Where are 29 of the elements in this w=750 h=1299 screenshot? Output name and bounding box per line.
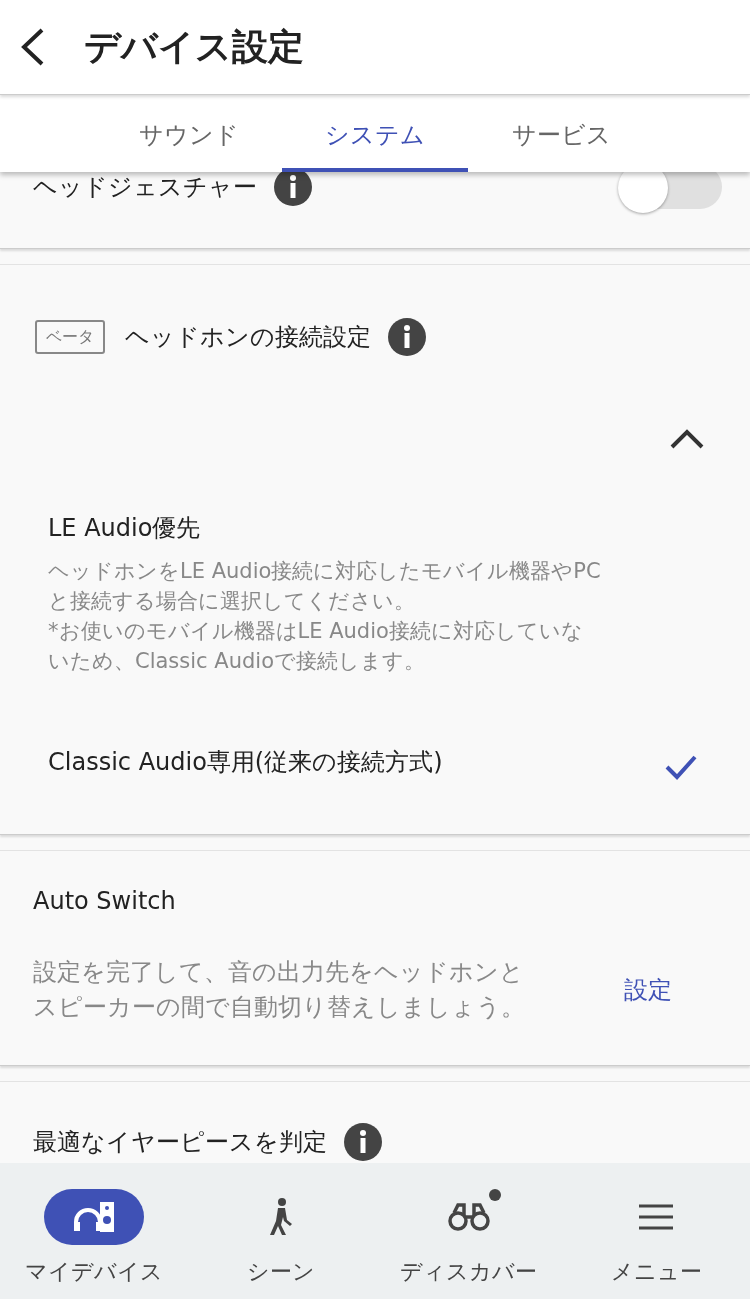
- option-title: Classic Audio専用(従来の接続方式): [48, 747, 444, 778]
- info-icon[interactable]: [343, 1122, 383, 1162]
- info-icon[interactable]: [387, 317, 427, 357]
- chevron-up-icon[interactable]: [670, 429, 704, 449]
- section-description: 設定を完了して、音の出力先をヘッドホンとスピーカーの間で自動切り替えしましょう。: [33, 957, 526, 1023]
- beta-tag: ベータ: [35, 320, 105, 354]
- walking-person-icon: [268, 1198, 295, 1236]
- menu-icon: [639, 1204, 674, 1230]
- option-description: *お使いのモバイル機器はLE Audio接続に対応していないため、Classic Audioで接続します。: [48, 618, 584, 675]
- setting-label: ヘッドジェスチャー: [33, 172, 257, 203]
- headphones-speaker-icon: [71, 1200, 116, 1234]
- page-title: デバイス設定: [84, 25, 304, 69]
- settings-link[interactable]: 設定: [624, 972, 672, 1008]
- nav-tab[interactable]: シーン: [247, 1255, 316, 1288]
- info-icon[interactable]: [273, 172, 313, 207]
- nav-tab[interactable]: マイデバイス: [24, 1255, 163, 1288]
- option-row[interactable]: Classic Audio専用(従来の接続方式): [0, 696, 750, 834]
- option-description: ヘッドホンをLE Audio接続に対応したモバイル機器やPCと接続する場合に選択してください。: [48, 558, 602, 615]
- check-icon: [664, 754, 698, 780]
- tab[interactable]: サウンド: [96, 95, 282, 172]
- section-title: Auto Switch: [33, 886, 177, 917]
- binoculars-icon: [447, 1203, 490, 1231]
- nav-tab[interactable]: ディスカバー: [400, 1255, 538, 1288]
- setting-label: 最適なイヤーピースを判定: [33, 1127, 327, 1158]
- section-title: ヘッドホンの接続設定: [125, 322, 371, 353]
- option-title: LE Audio優先: [48, 513, 202, 544]
- option-row[interactable]: LE Audio優先 ヘッドホンをLE Audio接続に対応したモバイル機器やPCと接続する場合に選択してください。 *お使いのモバイル機器はLE Audio接続に対応していないため、Classic Audioで接続します。: [0, 502, 750, 696]
- tab[interactable]: サービス: [468, 95, 654, 172]
- nav-tab[interactable]: メニュー: [610, 1255, 702, 1288]
